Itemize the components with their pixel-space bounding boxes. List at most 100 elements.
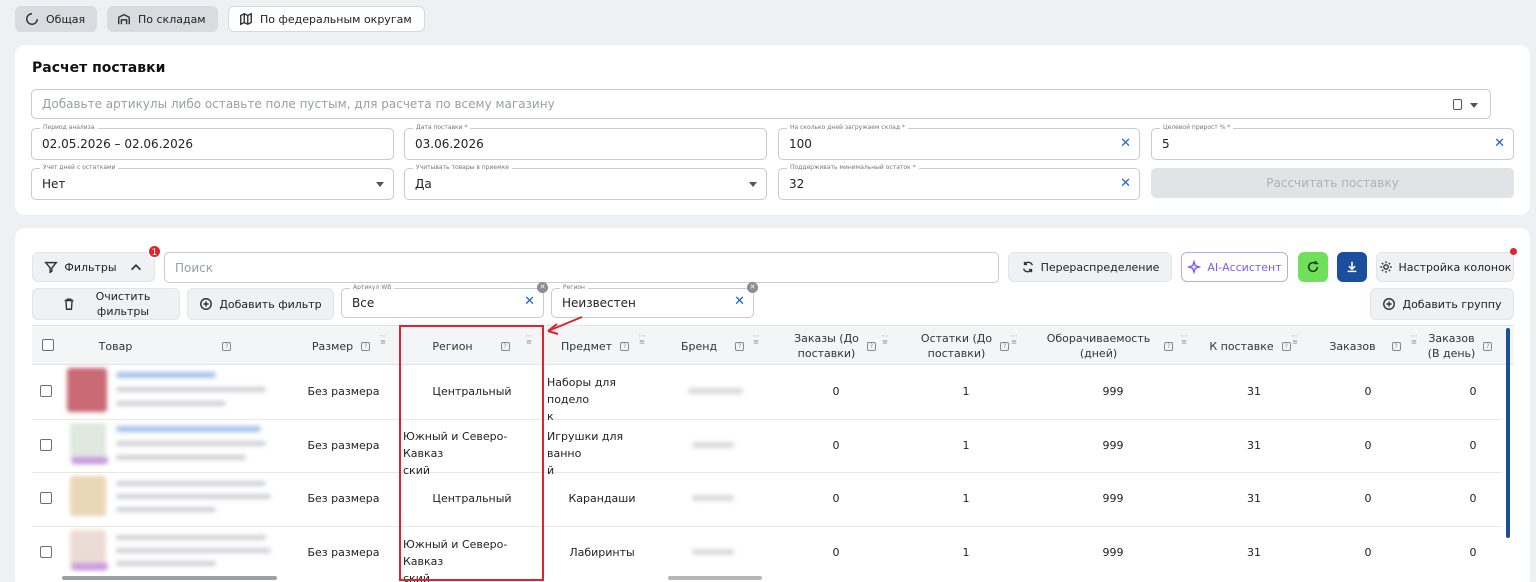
product-name[interactable] (116, 535, 266, 540)
product-meta (116, 401, 226, 406)
help-icon[interactable]: ? (361, 341, 371, 351)
column-header-orders-per-day[interactable]: Заказов (В день)? (1425, 327, 1495, 365)
cell-orders: 0 (1364, 439, 1372, 452)
tab-general-label: Общая (46, 12, 86, 26)
copy-icon[interactable] (1453, 99, 1462, 110)
cell-size: Без размера (307, 439, 380, 452)
column-menu-icon[interactable]: ⋯ ≡ (379, 333, 387, 346)
product-name[interactable] (116, 426, 261, 432)
remove-filter-icon[interactable]: ✕ (537, 282, 548, 293)
product-name[interactable] (116, 372, 216, 378)
product-name[interactable] (116, 481, 266, 486)
filters-label: Фильтры (64, 260, 117, 274)
column-menu-icon[interactable]: ⋯ ≡ (1291, 333, 1299, 346)
clear-icon[interactable]: ✕ (734, 294, 745, 309)
article-filter-field[interactable]: Артикул WB Все ✕ (341, 283, 544, 318)
column-menu-icon[interactable]: ⋯ ≡ (1410, 333, 1418, 346)
remove-filter-icon[interactable]: ✕ (747, 282, 758, 293)
column-menu-icon[interactable]: ⋯ ≡ (638, 333, 646, 346)
tab-warehouses[interactable]: По складам (107, 6, 218, 32)
row-checkbox[interactable] (40, 385, 52, 397)
cell-orders-per-day: 0 (1469, 385, 1477, 398)
chevron-down-icon[interactable] (1470, 103, 1478, 108)
help-icon[interactable]: ? (1281, 341, 1291, 351)
annotation-arrow-icon (547, 316, 583, 335)
clear-icon[interactable]: ✕ (1120, 136, 1131, 151)
cell-brand (688, 388, 743, 394)
product-tag (72, 563, 108, 570)
row-divider (32, 526, 1502, 527)
add-group-label: Добавить группу (1402, 297, 1502, 311)
cell-stock-before: 1 (962, 385, 970, 398)
redistribution-button[interactable]: Перераспределение (1008, 252, 1172, 282)
warehouse-icon (118, 13, 130, 25)
column-header-brand[interactable]: Бренд? (660, 327, 765, 365)
calc-supply-button[interactable]: Рассчитать поставку (1151, 168, 1514, 198)
product-meta (116, 441, 266, 446)
column-header-orders-before[interactable]: Заказы (До поставки)? (775, 327, 895, 365)
product-tag (72, 457, 108, 464)
column-header-to-supply[interactable]: К поставке? (1195, 327, 1305, 365)
cell-orders-per-day: 0 (1469, 492, 1477, 505)
cell-subject: Наборы для подело к (547, 376, 616, 423)
min-stock-field[interactable]: Поддерживать минимальный остаток * 32 ✕ (778, 163, 1140, 200)
cell-orders: 0 (1364, 546, 1372, 559)
cell-subject: Игрушки для ванно й (547, 430, 624, 477)
help-icon[interactable]: ? (1000, 341, 1010, 351)
clear-icon[interactable]: ✕ (1494, 136, 1505, 151)
period-field[interactable]: Период анализа 02.05.2026 – 02.06.2026 (31, 123, 394, 160)
ai-assistant-label: AI-Ассистент (1207, 260, 1282, 274)
column-header-turnover[interactable]: Оборачиваемость (дней)? (1030, 327, 1190, 365)
tab-federal-districts[interactable]: По федеральным округам (228, 6, 425, 32)
days-loaded-field[interactable]: На сколько дней загружаем склад * 100 ✕ (778, 123, 1140, 160)
column-menu-icon[interactable]: ⋯ ≡ (881, 333, 889, 346)
column-menu-icon[interactable]: ⋯ ≡ (752, 333, 760, 346)
column-menu-icon[interactable]: ⋯ ≡ (1010, 333, 1018, 346)
sync-button[interactable] (1298, 252, 1328, 282)
vertical-scrollbar[interactable] (1506, 328, 1510, 538)
clear-icon[interactable]: ✕ (524, 294, 535, 309)
row-checkbox[interactable] (40, 439, 52, 451)
row-checkbox[interactable] (40, 546, 52, 558)
chevron-down-icon (376, 182, 384, 187)
column-settings-button[interactable]: Настройка колонок (1376, 252, 1514, 282)
add-group-button[interactable]: Добавить группу (1370, 288, 1514, 320)
help-icon[interactable]: ? (222, 341, 232, 351)
delivery-date-field[interactable]: Дата поставки * 03.06.2026 (404, 123, 767, 160)
select-all-checkbox[interactable] (42, 339, 54, 351)
help-icon[interactable]: ? (620, 341, 630, 351)
stock-days-select[interactable]: Учет дней с остатками Нет (31, 163, 394, 200)
notification-dot (1510, 248, 1517, 255)
clear-filters-button[interactable]: Очистить фильтры (32, 288, 180, 320)
column-menu-icon[interactable]: ⋯ ≡ (1180, 333, 1188, 346)
help-icon[interactable]: ? (1483, 341, 1493, 351)
cell-turnover: 999 (1102, 492, 1124, 505)
help-icon[interactable]: ? (1391, 341, 1401, 351)
chevron-down-icon (749, 182, 757, 187)
tab-federal-districts-label: По федеральным округам (260, 12, 412, 26)
row-checkbox[interactable] (40, 492, 52, 504)
help-icon[interactable]: ? (735, 341, 745, 351)
add-filter-button[interactable]: Добавить фильтр (187, 288, 334, 320)
cell-stock-before: 1 (962, 546, 970, 559)
help-icon[interactable]: ? (1164, 341, 1174, 351)
horizontal-scrollbar[interactable] (62, 576, 277, 580)
download-button[interactable] (1337, 252, 1367, 282)
search-input[interactable]: Поиск (164, 252, 999, 283)
cell-turnover: 999 (1102, 439, 1124, 452)
acceptance-select[interactable]: Учитывать товары в приемке Да (404, 163, 767, 200)
column-header-stock-before[interactable]: Остатки (До поставки)? (905, 327, 1025, 365)
article-search-input[interactable]: Добавьте артикулы либо оставьте поле пус… (31, 89, 1491, 119)
cell-orders-before: 0 (832, 546, 840, 559)
column-header-product[interactable]: Товар? (60, 327, 280, 365)
tab-general[interactable]: Общая (15, 6, 98, 32)
column-header-orders[interactable]: Заказов? (1310, 327, 1420, 365)
cell-orders-per-day: 0 (1469, 546, 1477, 559)
growth-field[interactable]: Целевой прирост % * 5 ✕ (1151, 123, 1514, 160)
sync-icon (1307, 260, 1319, 273)
ai-assistant-button[interactable]: AI-Ассистент (1181, 252, 1288, 282)
help-icon[interactable]: ? (866, 341, 876, 351)
filters-button[interactable]: Фильтры (32, 252, 155, 282)
clear-icon[interactable]: ✕ (1120, 176, 1131, 191)
row-divider (32, 419, 1502, 420)
